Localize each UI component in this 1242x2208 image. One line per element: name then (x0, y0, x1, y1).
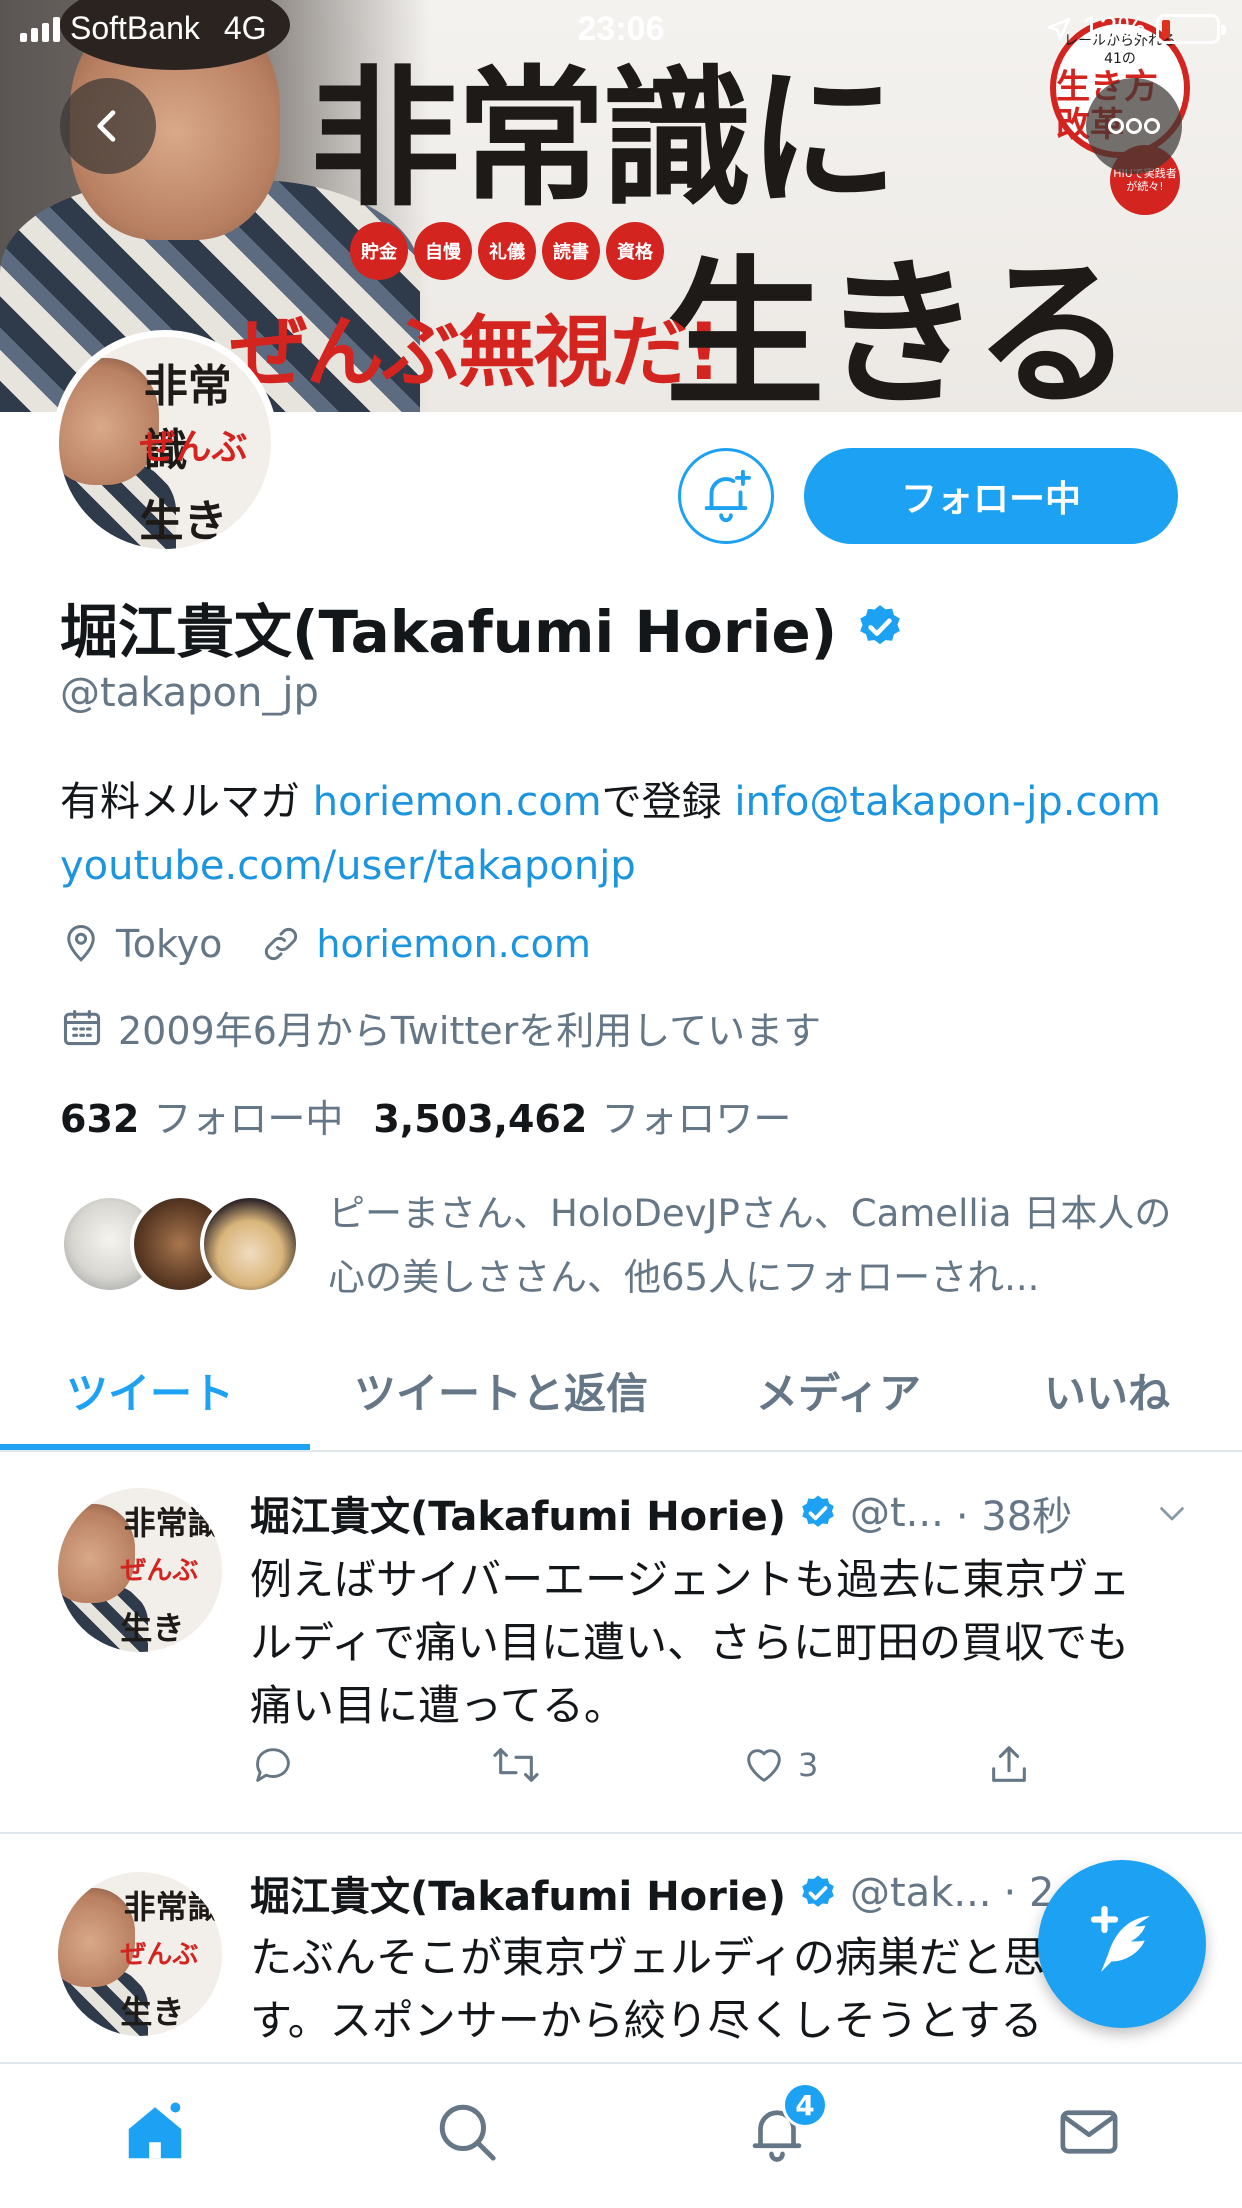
location-pin-icon (67, 925, 95, 962)
user-handle: @takapon_jp (60, 670, 319, 716)
followed-by-row[interactable]: ピーまさん、HoloDevJPさん、Camellia 日本人の心の美しささん、他… (60, 1182, 1190, 1312)
tweet-timestamp: · 38秒 (955, 1494, 1073, 1540)
tweet-actions: 3 (250, 1742, 1050, 1802)
tweet-text: 例えばサイバーエージェントも過去に東京ヴェルディで痛い目に遭い、さらに町田の買収… (250, 1555, 1131, 1730)
banner-chips: 貯金 自慢 礼儀 読書 資格 (350, 222, 664, 280)
follower-avatar (200, 1194, 300, 1294)
tab-tweets-and-replies[interactable]: ツイートと返信 (354, 1360, 648, 1421)
battery-percent: 13% (1081, 10, 1146, 46)
bio-link-mailmag[interactable]: horiemon.com (313, 779, 602, 825)
tab-tweets[interactable]: ツイート (66, 1360, 234, 1421)
profile-meta-row: Tokyo horiemon.com (60, 922, 591, 966)
mail-icon (1060, 2110, 1118, 2154)
tweet-avatar[interactable]: 非常識 ぜんぶ 生き (58, 1488, 222, 1652)
bottom-navigation: 4 (0, 2062, 1242, 2208)
followers-label[interactable]: フォロワー (601, 1088, 791, 1143)
link-icon (265, 927, 298, 961)
like-button[interactable]: 3 (740, 1742, 818, 1788)
following-count[interactable]: 632 (60, 1097, 139, 1141)
bio-text: 有料メルマガ (60, 779, 313, 825)
following-label[interactable]: フォロー中 (153, 1088, 343, 1143)
reply-button[interactable] (250, 1742, 296, 1788)
compose-quill-icon (1090, 1905, 1150, 1972)
more-options-button[interactable] (1086, 78, 1182, 174)
chevron-left-icon (97, 110, 116, 142)
battery-icon (1156, 13, 1226, 44)
bell-plus-icon (704, 469, 751, 523)
status-bar: SoftBank 4G 23:06 13% (0, 0, 1242, 62)
verified-badge-icon (860, 605, 900, 645)
banner-subline: ぜんぶ無視だ! (230, 308, 722, 398)
retweet-icon (493, 1748, 539, 1782)
follow-counts: 632 フォロー中 3,503,462 フォロワー (60, 1088, 821, 1143)
banner-headline-2: 生きる (665, 241, 1134, 412)
location-arrow-icon (1047, 17, 1071, 40)
tweet-author-name: 堀江貴文(Takafumi Horie) (250, 1494, 786, 1540)
profile-tabs: ツイート ツイートと返信 メディア いいね (0, 1338, 1242, 1452)
profile-bio: 有料メルマガ horiemon.comで登録 info@takapon-jp.c… (60, 770, 1180, 898)
tweet-author-handle: @tak... (850, 1870, 992, 1916)
nav-messages[interactable] (1034, 2082, 1144, 2182)
tweet-author-name: 堀江貴文(Takafumi Horie) (250, 1874, 786, 1920)
nav-home[interactable] (100, 2082, 210, 2182)
followed-by-avatars (60, 1194, 300, 1294)
bio-link-youtube[interactable]: youtube.com/user/takaponjp (60, 843, 636, 889)
notification-count-badge: 4 (782, 2082, 828, 2128)
bio-link-email[interactable]: info@takapon-jp.com (734, 779, 1160, 825)
share-icon (992, 1746, 1026, 1782)
following-button[interactable]: フォロー中 (804, 448, 1178, 544)
display-name-row: 堀江貴文(Takafumi Horie) (60, 585, 905, 669)
tab-likes[interactable]: いいね (1044, 1360, 1170, 1421)
home-icon (128, 2099, 184, 2159)
reply-icon (256, 1748, 290, 1782)
followers-count[interactable]: 3,503,462 (373, 1097, 587, 1141)
compose-tweet-button[interactable] (1038, 1860, 1206, 2028)
more-dots-icon (1108, 118, 1160, 134)
banner-chip: 読書 (542, 222, 600, 280)
tweet-text: たぶんそこが東京ヴェルディの病巣だと思います。スポンサーから絞り尽くしそうとする (250, 1933, 1130, 2045)
profile-avatar[interactable]: 非常識 ぜんぶ 生き (52, 330, 278, 556)
verified-badge-icon (802, 1875, 834, 1907)
calendar-icon (63, 1009, 101, 1045)
banner-chip: 資格 (606, 222, 664, 280)
tweet[interactable]: 非常識 ぜんぶ 生き 堀江貴文(Takafumi Horie) @t... · … (0, 1452, 1242, 1832)
tab-media[interactable]: メディア (756, 1360, 921, 1421)
banner-chip: 貯金 (350, 222, 408, 280)
search-icon (439, 2104, 496, 2161)
nav-search[interactable] (412, 2082, 522, 2182)
like-count: 3 (798, 1746, 819, 1784)
back-button[interactable] (60, 78, 156, 174)
heart-icon (747, 1749, 781, 1782)
active-tab-indicator (0, 1444, 310, 1450)
verified-badge-icon (802, 1495, 834, 1527)
followed-by-text: ピーまさん、HoloDevJPさん、Camellia 日本人の心の美しささん、他… (328, 1192, 1172, 1299)
share-button[interactable] (986, 1742, 1032, 1788)
retweet-button[interactable] (490, 1742, 542, 1788)
display-name: 堀江貴文(Takafumi Horie) (60, 598, 838, 666)
notification-bell-button[interactable] (678, 448, 774, 544)
location-text: Tokyo (116, 922, 223, 966)
bio-text: で登録 (601, 779, 735, 825)
tweet-avatar[interactable]: 非常識 ぜんぶ 生き (58, 1872, 222, 2036)
chevron-down-icon[interactable] (1154, 1495, 1190, 1531)
tweet-author-handle: @t... (850, 1490, 944, 1536)
banner-chip: 自慢 (414, 222, 472, 280)
tweet-header: 堀江貴文(Takafumi Horie) @t... · 38秒 (250, 1484, 1190, 1542)
website-link[interactable]: horiemon.com (316, 922, 590, 966)
nav-notifications[interactable]: 4 (722, 2082, 832, 2182)
joined-row: 2009年6月からTwitterを利用しています (60, 1000, 821, 1055)
joined-date: 2009年6月からTwitterを利用しています (118, 1009, 822, 1053)
banner-chip: 礼儀 (478, 222, 536, 280)
